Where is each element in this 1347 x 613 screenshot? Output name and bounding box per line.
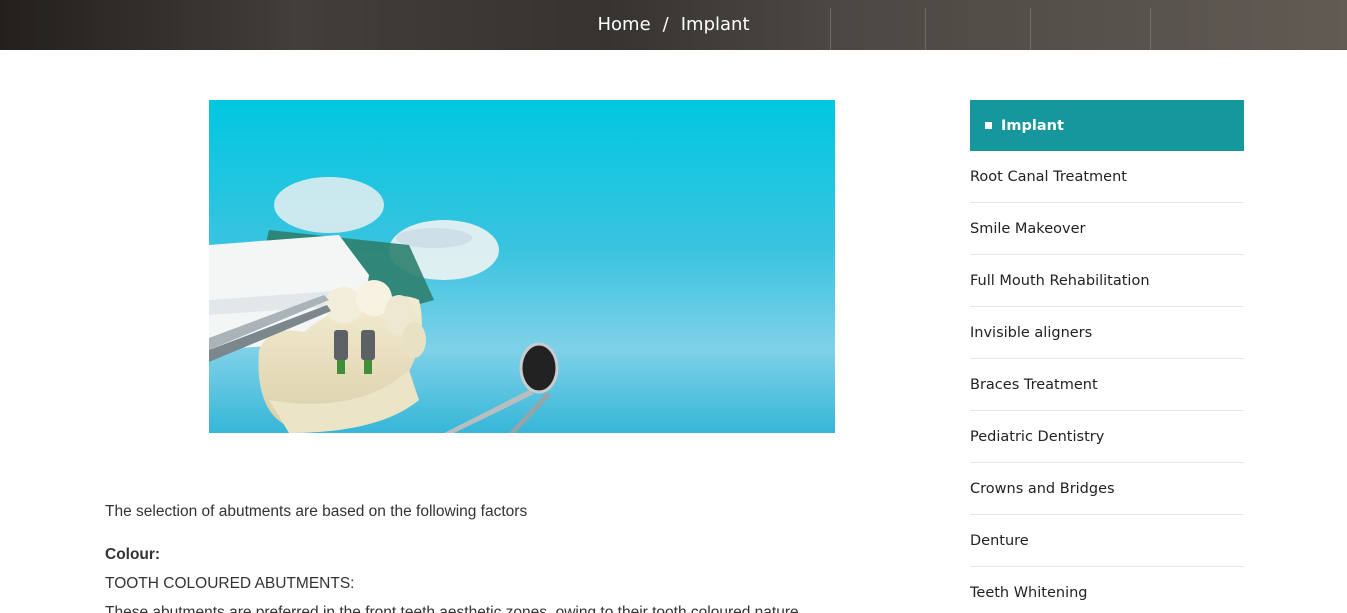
sidebar-item-braces-treatment[interactable]: Braces Treatment <box>970 359 1244 411</box>
content-intro: The selection of abutments are based on … <box>105 503 528 520</box>
content-body: These abutments are preferred in the fro… <box>105 604 803 613</box>
sidebar-item-pediatric-dentistry[interactable]: Pediatric Dentistry <box>970 411 1244 463</box>
sidebar-item-implant[interactable]: Implant <box>970 100 1244 151</box>
sidebar-item-label: Smile Makeover <box>970 220 1086 237</box>
sidebar-item-label: Braces Treatment <box>970 376 1098 393</box>
content-heading: Colour: <box>105 546 161 563</box>
sidebar-item-label: Denture <box>970 532 1029 549</box>
sidebar-item-label: Crowns and Bridges <box>970 480 1115 497</box>
breadcrumb-home-link[interactable]: Home <box>598 14 651 35</box>
sidebar-item-label: Implant <box>1001 117 1064 134</box>
services-sidebar: Implant Root Canal Treatment Smile Makeo… <box>970 100 1244 613</box>
sidebar-item-full-mouth-rehabilitation[interactable]: Full Mouth Rehabilitation <box>970 255 1244 307</box>
content-subheading: TOOTH COLOURED ABUTMENTS: <box>105 575 355 592</box>
sidebar-item-smile-makeover[interactable]: Smile Makeover <box>970 203 1244 255</box>
sidebar-item-label: Root Canal Treatment <box>970 168 1127 185</box>
sidebar-item-label: Pediatric Dentistry <box>970 428 1105 445</box>
implant-illustration <box>209 100 835 433</box>
implant-hero-image <box>209 100 835 433</box>
sidebar-item-crowns-and-bridges[interactable]: Crowns and Bridges <box>970 463 1244 515</box>
breadcrumb-separator: / <box>662 13 669 35</box>
article-content: The selection of abutments are based on … <box>105 502 865 613</box>
breadcrumb: Home / Implant <box>0 0 1347 48</box>
page-banner: Home / Implant <box>0 0 1347 50</box>
sidebar-item-root-canal-treatment[interactable]: Root Canal Treatment <box>970 151 1244 203</box>
sidebar-item-label: Teeth Whitening <box>970 584 1088 601</box>
sidebar-item-invisible-aligners[interactable]: Invisible aligners <box>970 307 1244 359</box>
sidebar-item-label: Full Mouth Rehabilitation <box>970 272 1150 289</box>
sidebar-item-label: Invisible aligners <box>970 324 1093 341</box>
square-bullet-icon <box>985 122 992 129</box>
sidebar-item-teeth-whitening[interactable]: Teeth Whitening <box>970 567 1244 613</box>
breadcrumb-current: Implant <box>680 13 750 35</box>
sidebar-item-denture[interactable]: Denture <box>970 515 1244 567</box>
